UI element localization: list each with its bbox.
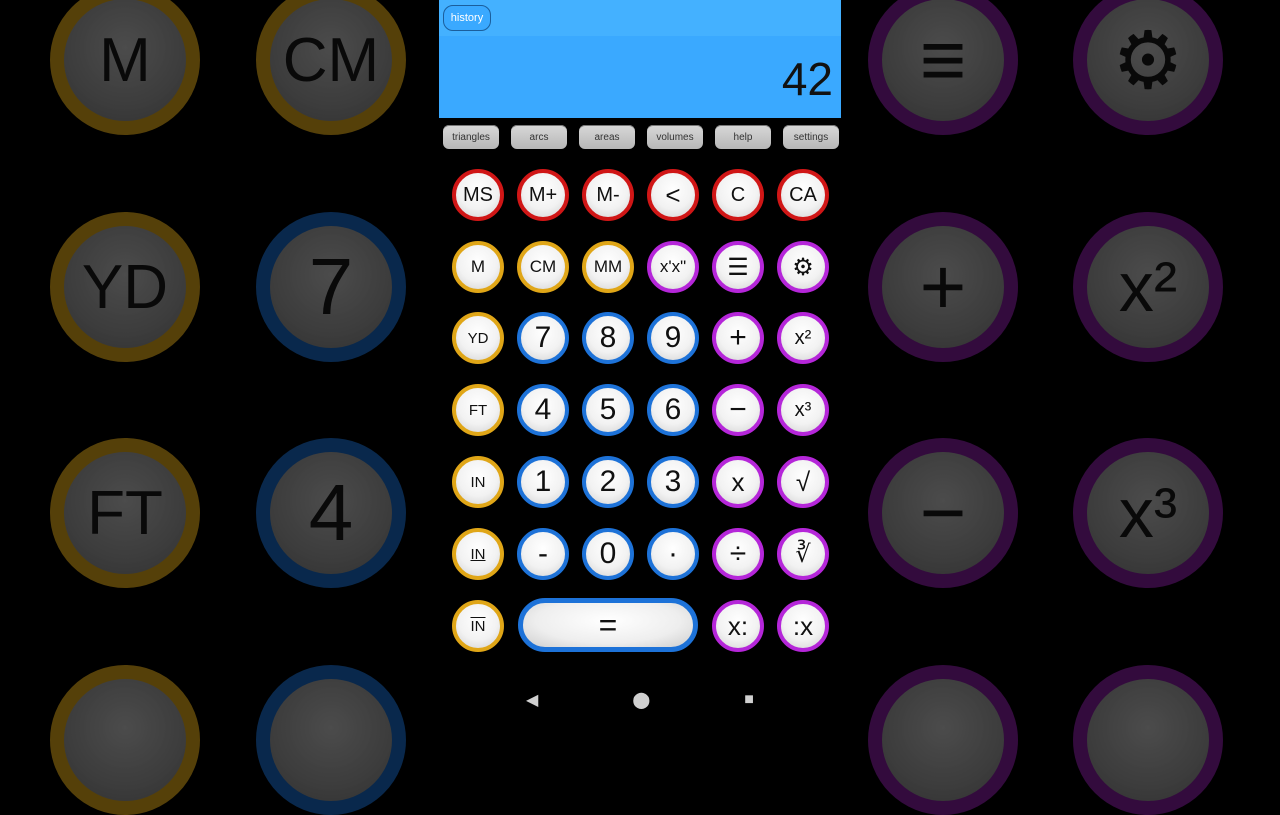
digit-9-button[interactable]: 9 <box>647 312 699 364</box>
tab-arcs[interactable]: arcs <box>511 125 567 149</box>
digit-5-button[interactable]: 5 <box>582 384 634 436</box>
digit-3-button[interactable]: 3 <box>647 456 699 508</box>
bg-key-menu: ≡ <box>868 0 1018 135</box>
unit-in-overline-button[interactable]: IN <box>452 600 504 652</box>
memory-minus-button[interactable]: M- <box>582 169 634 221</box>
bg-key-in <box>50 665 200 815</box>
memory-plus-button[interactable]: M+ <box>517 169 569 221</box>
clear-button[interactable]: C <box>712 169 764 221</box>
bg-key-cube: x³ <box>1073 438 1223 588</box>
square-root-button[interactable]: √ <box>777 456 829 508</box>
multiply-button[interactable]: x <box>712 456 764 508</box>
bg-key-square: x² <box>1073 212 1223 362</box>
negative-button[interactable]: - <box>517 528 569 580</box>
unit-cm-button[interactable]: CM <box>517 241 569 293</box>
ratio-right-button[interactable]: :x <box>777 600 829 652</box>
home-icon[interactable]: ⬤ <box>632 690 650 710</box>
display-header <box>439 0 841 36</box>
bg-key-cm: CM <box>256 0 406 135</box>
digit-0-button[interactable]: 0 <box>582 528 634 580</box>
history-button[interactable]: history <box>443 5 491 31</box>
gear-icon[interactable]: ⚙ <box>777 241 829 293</box>
decimal-point-button[interactable]: · <box>647 528 699 580</box>
minus-button[interactable]: − <box>712 384 764 436</box>
mode-tabs: triangles arcs areas volumes help settin… <box>443 125 839 149</box>
recents-icon[interactable]: ■ <box>744 691 754 709</box>
clear-all-button[interactable]: CA <box>777 169 829 221</box>
bg-key-ft: FT <box>50 438 200 588</box>
tab-areas[interactable]: areas <box>579 125 635 149</box>
digit-2-button[interactable]: 2 <box>582 456 634 508</box>
digit-6-button[interactable]: 6 <box>647 384 699 436</box>
bg-key-plus: + <box>868 212 1018 362</box>
tab-triangles[interactable]: triangles <box>443 125 499 149</box>
feet-inches-button[interactable]: x'x" <box>647 241 699 293</box>
bg-key-1 <box>256 665 406 815</box>
cube-root-button[interactable]: ∛ <box>777 528 829 580</box>
bg-key-times <box>868 665 1018 815</box>
backspace-button[interactable]: < <box>647 169 699 221</box>
display-panel: history 42 <box>439 0 841 118</box>
unit-yd-button[interactable]: YD <box>452 312 504 364</box>
back-icon[interactable]: ◀ <box>526 690 538 710</box>
bg-key-root <box>1073 665 1223 815</box>
menu-icon[interactable]: ☰ <box>712 241 764 293</box>
plus-button[interactable]: + <box>712 312 764 364</box>
memory-store-button[interactable]: MS <box>452 169 504 221</box>
bg-key-yd: YD <box>50 212 200 362</box>
unit-ft-button[interactable]: FT <box>452 384 504 436</box>
digit-7-button[interactable]: 7 <box>517 312 569 364</box>
display-value: 42 <box>781 53 833 105</box>
bg-key-minus: − <box>868 438 1018 588</box>
tab-help[interactable]: help <box>715 125 771 149</box>
android-nav-bar: ◀ ⬤ ■ <box>439 680 841 720</box>
equals-button[interactable]: = <box>518 598 698 652</box>
tab-volumes[interactable]: volumes <box>647 125 703 149</box>
bg-key-4: 4 <box>256 438 406 588</box>
tab-settings[interactable]: settings <box>783 125 839 149</box>
digit-4-button[interactable]: 4 <box>517 384 569 436</box>
calculator-app: history 42 triangles arcs areas volumes … <box>439 0 841 720</box>
divide-button[interactable]: ÷ <box>712 528 764 580</box>
digit-1-button[interactable]: 1 <box>517 456 569 508</box>
digit-8-button[interactable]: 8 <box>582 312 634 364</box>
unit-m-button[interactable]: M <box>452 241 504 293</box>
unit-mm-button[interactable]: MM <box>582 241 634 293</box>
bg-key-settings: ⚙ <box>1073 0 1223 135</box>
unit-in-fraction-button[interactable]: IN <box>452 528 504 580</box>
cube-button[interactable]: x³ <box>777 384 829 436</box>
bg-key-7: 7 <box>256 212 406 362</box>
bg-key-m: M <box>50 0 200 135</box>
ratio-left-button[interactable]: x: <box>712 600 764 652</box>
square-button[interactable]: x² <box>777 312 829 364</box>
unit-in-button[interactable]: IN <box>452 456 504 508</box>
